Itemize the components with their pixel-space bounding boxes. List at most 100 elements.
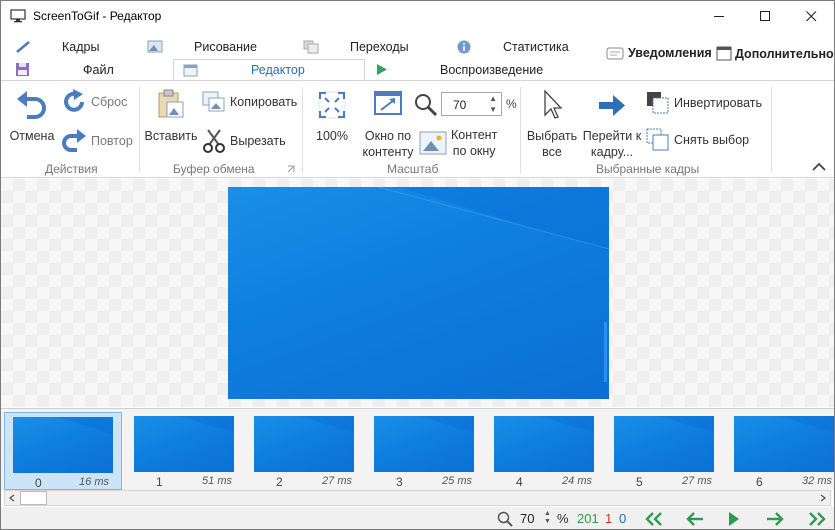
zoom-down-icon[interactable]: ▼ — [489, 105, 497, 114]
title-bar: ScreenToGif - Редактор — [1, 1, 834, 32]
copy-button[interactable]: Копировать — [202, 91, 297, 113]
fit-window-label-1: Окно по — [364, 129, 412, 143]
fit-window-label-2: контенту — [362, 145, 414, 159]
tab-editor-label: Редактор — [251, 63, 305, 77]
frame-number: 6 — [756, 475, 763, 489]
fit-content-label-1: Контент — [451, 128, 498, 142]
frame-number: 2 — [276, 475, 283, 489]
undo-label: Отмена — [9, 129, 55, 143]
frame-delay: 27 ms — [322, 475, 352, 487]
pencil-icon — [16, 41, 30, 53]
group-selection-label: Выбранные кадры — [596, 162, 700, 176]
tab-statistics[interactable]: Статистика — [457, 37, 597, 57]
preview-image — [377, 187, 609, 382]
frame-thumbnail — [13, 417, 113, 473]
window-fit-icon — [374, 91, 402, 115]
frame-preview[interactable] — [228, 187, 609, 399]
invert-selection-button[interactable]: Инвертировать — [646, 91, 762, 115]
previous-frame-icon[interactable] — [685, 512, 705, 526]
frame-thumbnail — [374, 416, 474, 472]
reset-button[interactable]: Сброс — [61, 89, 127, 115]
minimize-button[interactable] — [696, 1, 742, 32]
deselect-icon — [646, 128, 669, 151]
scroll-left-icon[interactable] — [8, 494, 16, 502]
frame-item-2[interactable]: 2 27 ms — [246, 412, 364, 490]
tab-drawing-label: Рисование — [194, 40, 257, 54]
frame-item-6[interactable]: 6 32 ms — [726, 412, 834, 490]
frame-number: 0 — [35, 476, 42, 490]
editor-icon — [183, 64, 198, 77]
frame-thumbnail — [734, 416, 834, 472]
arrow-right-icon — [599, 95, 625, 116]
frame-number: 3 — [396, 475, 403, 489]
frame-item-1[interactable]: 1 51 ms — [126, 412, 244, 490]
scissors-icon — [203, 129, 225, 153]
tab-file[interactable]: Файл — [13, 60, 163, 80]
ribbon-separator — [139, 87, 140, 173]
redo-icon — [62, 129, 86, 152]
tab-row-bottom: Файл Редактор Воспроизведение — [1, 59, 834, 81]
paste-label: Вставить — [144, 129, 198, 143]
copy-icon — [202, 91, 225, 112]
ribbon-separator — [520, 87, 521, 173]
cut-button[interactable]: Вырезать — [202, 128, 286, 154]
frame-strip: 0 16 ms 1 51 ms 2 27 ms 3 25 ms 4 24 ms … — [1, 408, 834, 490]
fit-content-label-2: по окну — [452, 144, 496, 158]
dialog-launcher-icon[interactable] — [287, 165, 295, 173]
deselect-label: Снять выбор — [674, 133, 750, 147]
status-zoom-spinner-icon[interactable]: ▲ ▼ — [544, 510, 551, 526]
select-all-button[interactable]: Выбрать все — [525, 89, 579, 160]
tab-playback[interactable]: Воспроизведение — [373, 60, 563, 80]
tab-frames[interactable]: Кадры — [13, 37, 143, 57]
tab-editor[interactable]: Редактор — [173, 59, 365, 81]
frame-strip-scrollbar[interactable] — [4, 490, 831, 506]
paste-button[interactable]: Вставить — [143, 89, 199, 144]
frame-delay: 51 ms — [202, 475, 232, 487]
tab-drawing[interactable]: Рисование — [147, 37, 297, 57]
fit-window-to-content-button[interactable]: Окно по контенту — [359, 89, 417, 160]
frame-item-0[interactable]: 0 16 ms — [4, 412, 122, 490]
frame-delay: 27 ms — [682, 475, 712, 487]
maximize-button[interactable] — [742, 1, 788, 32]
frame-item-5[interactable]: 5 27 ms — [606, 412, 724, 490]
tab-transitions-label: Переходы — [350, 40, 409, 54]
scroll-right-icon[interactable] — [819, 494, 827, 502]
window-title: ScreenToGif - Редактор — [33, 9, 162, 23]
status-zoom-value[interactable]: 70 — [520, 511, 534, 526]
cut-label: Вырезать — [230, 134, 286, 148]
invert-label: Инвертировать — [674, 96, 763, 110]
info-icon — [457, 40, 471, 54]
goto-frame-label-2: кадру... — [590, 145, 634, 159]
last-frame-icon[interactable] — [805, 512, 827, 526]
frame-delay: 25 ms — [442, 475, 472, 487]
redo-button[interactable]: Повтор — [61, 128, 133, 154]
goto-frame-button[interactable]: Перейти к кадру... — [579, 89, 645, 160]
notifications-button[interactable]: Уведомления — [606, 46, 712, 60]
zoom-input[interactable]: 70 ▲ ▼ — [441, 92, 502, 116]
collapse-ribbon-icon[interactable] — [812, 162, 826, 171]
zoom-up-icon[interactable]: ▲ — [489, 94, 497, 103]
editor-window: ScreenToGif - Редактор Кадры Рисование П… — [0, 0, 835, 530]
fit-content-to-window-button[interactable]: Контент по окну — [419, 127, 497, 159]
tab-frames-label: Кадры — [62, 40, 100, 54]
next-frame-icon[interactable] — [765, 512, 785, 526]
frame-item-3[interactable]: 3 25 ms — [366, 412, 484, 490]
zoom-100-label: 100% — [316, 129, 348, 143]
maximize-icon — [759, 11, 770, 21]
fit-100-icon — [318, 91, 346, 119]
scrollbar-thumb[interactable] — [20, 491, 47, 505]
first-frame-icon[interactable] — [644, 512, 666, 526]
notification-icon — [606, 47, 624, 59]
deselect-button[interactable]: Снять выбор — [646, 128, 749, 152]
zoom-unit: % — [506, 97, 517, 111]
close-button[interactable] — [788, 1, 834, 32]
play-animation-icon[interactable] — [727, 511, 741, 527]
frame-number: 1 — [156, 475, 163, 489]
frame-item-4[interactable]: 4 24 ms — [486, 412, 604, 490]
status-current-frame: 0 — [619, 511, 627, 526]
undo-icon — [17, 91, 46, 119]
select-all-label-1: Выбрать — [526, 129, 578, 143]
tab-transitions[interactable]: Переходы — [303, 37, 453, 57]
undo-button[interactable]: Отмена — [7, 89, 57, 144]
zoom-100-button[interactable]: 100% — [310, 89, 354, 144]
